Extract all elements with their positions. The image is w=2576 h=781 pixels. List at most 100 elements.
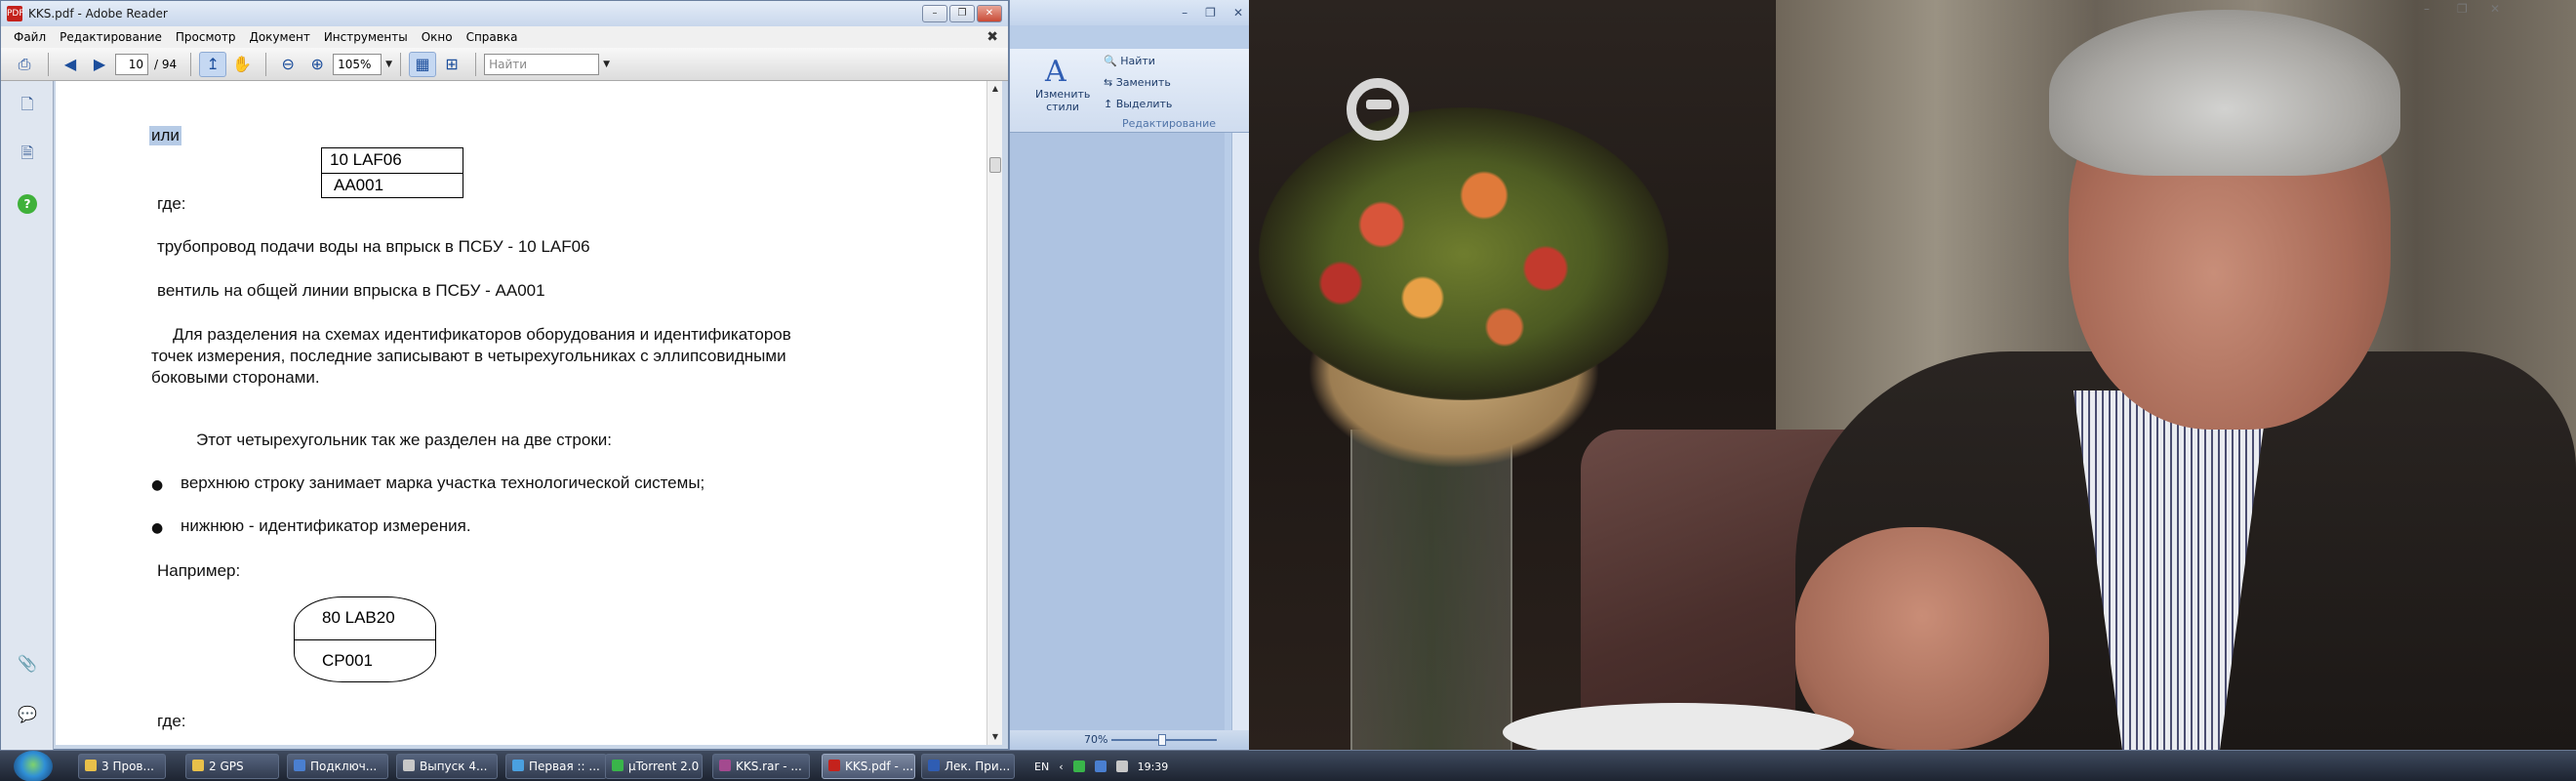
toolbar-separator (48, 52, 49, 76)
minimize-icon[interactable]: – (1182, 6, 1187, 20)
folder-icon (85, 760, 97, 771)
zoom-input[interactable]: 105% (333, 53, 382, 75)
hand-tool-button[interactable]: ✋ (228, 52, 256, 77)
find-button[interactable]: 🔍 Найти (1104, 55, 1155, 67)
change-styles-button[interactable]: Изменить стили (1035, 88, 1090, 113)
word-scrollbar[interactable] (1231, 133, 1249, 730)
restore-button[interactable]: ❐ (949, 5, 975, 22)
attachments-paperclip-icon[interactable]: 📎 (17, 651, 38, 675)
taskbar-item[interactable]: 3 Пров... (78, 754, 166, 779)
menu-view[interactable]: Просмотр (169, 30, 243, 44)
zoom-slider-thumb[interactable] (1158, 734, 1166, 746)
scroll-down-icon[interactable]: ▼ (987, 729, 1003, 745)
tray-volume-icon[interactable] (1115, 760, 1128, 772)
taskbar-item[interactable]: Первая :: ... (505, 754, 607, 779)
document-scrollbar[interactable]: ▲ ▼ (986, 81, 1002, 745)
utorrent-icon (612, 760, 624, 771)
doc-text-bullet: нижнюю - идентификатор измерения. (181, 516, 471, 535)
tray-network-icon[interactable] (1094, 760, 1107, 772)
video-person-hair (2049, 10, 2400, 176)
language-indicator[interactable]: EN (1034, 760, 1049, 773)
select-label: Выделить (1115, 98, 1173, 110)
taskbar-item[interactable]: Подключ... (287, 754, 388, 779)
menu-file[interactable]: Файл (7, 30, 53, 44)
search-dropdown-icon[interactable]: ▼ (603, 60, 610, 69)
menu-edit[interactable]: Редактирование (53, 30, 169, 44)
minimize-icon[interactable]: – (2424, 2, 2430, 16)
zoom-out-button[interactable]: ⊖ (274, 52, 302, 77)
doc-text-paragraph: Этот четырехугольник так же разделен на … (196, 431, 612, 449)
replace-label: Заменить (1115, 76, 1171, 89)
tray-expand-icon[interactable]: ‹ (1059, 760, 1063, 773)
scroll-up-icon[interactable]: ▲ (987, 81, 1003, 97)
tray-app-icon[interactable] (1072, 760, 1085, 772)
minimize-button[interactable]: – (922, 5, 947, 22)
taskbar-item-active[interactable]: KKS.pdf - ... (822, 754, 915, 779)
menu-bar: Файл Редактирование Просмотр Документ Ин… (1, 26, 1008, 48)
menu-document[interactable]: Документ (242, 30, 316, 44)
toolbar-separator (265, 52, 267, 76)
network-icon (294, 760, 305, 771)
taskbar-item-label: KKS.pdf - ... (845, 760, 914, 773)
change-styles-icon[interactable]: A (1045, 55, 1067, 89)
video-frame: – ❐ ✕ (1249, 0, 2576, 750)
doc-text-line: трубопровод подачи воды на впрыск в ПСБУ… (157, 237, 590, 256)
pdf-icon (828, 760, 840, 771)
help-icon[interactable]: ? (17, 192, 38, 216)
menu-window[interactable]: Окно (415, 30, 460, 44)
menu-tools[interactable]: Инструменты (317, 30, 415, 44)
pages-panel-icon[interactable]: 🗋 (17, 95, 38, 118)
previous-page-button[interactable]: ◀ (57, 52, 84, 77)
identifier-box-bottom: AA001 (322, 173, 463, 197)
comments-icon[interactable]: 💬 (17, 702, 38, 725)
word-document-area[interactable] (1010, 133, 1225, 730)
close-button[interactable]: ✕ (977, 5, 1002, 22)
folder-icon (192, 760, 204, 771)
media-icon (403, 760, 415, 771)
fit-width-button[interactable]: ⊞ (438, 52, 465, 77)
select-button[interactable]: ↥ Выделить (1104, 98, 1172, 110)
taskbar-item[interactable]: µTorrent 2.0 (605, 754, 703, 779)
print-button[interactable]: ⎙ (11, 52, 38, 77)
taskbar-item[interactable]: KKS.rar - ... (712, 754, 810, 779)
close-icon[interactable]: ✕ (1233, 6, 1243, 20)
document-close-icon[interactable]: ✖ (986, 29, 998, 45)
identifier-box-rect: 10 LAF06 AA001 (321, 147, 463, 198)
clock[interactable]: 19:39 (1138, 760, 1169, 773)
start-button[interactable] (14, 751, 53, 781)
word-zoom-level[interactable]: 70% (1084, 733, 1107, 746)
fit-page-button[interactable]: ▦ (409, 51, 437, 77)
bookmarks-panel-icon[interactable]: 🗎 (17, 144, 38, 167)
replace-button[interactable]: ⇆ Заменить (1104, 76, 1171, 89)
zoom-in-button[interactable]: ⊕ (303, 52, 331, 77)
taskbar-item[interactable]: Выпуск 4... (396, 754, 498, 779)
window-title: KKS.pdf - Adobe Reader (28, 7, 168, 21)
browser-icon (512, 760, 524, 771)
taskbar-item[interactable]: 2 GPS (185, 754, 279, 779)
taskbar-item[interactable]: Лек. При... (921, 754, 1015, 779)
doc-text-example: Например: (157, 561, 241, 580)
menu-help[interactable]: Справка (460, 30, 525, 44)
binoculars-icon: 🔍 (1104, 55, 1121, 67)
scroll-thumb[interactable] (989, 157, 1001, 173)
hand-icon: ✋ (232, 55, 253, 73)
restore-icon[interactable]: ❐ (2457, 2, 2468, 16)
next-page-button[interactable]: ▶ (86, 52, 113, 77)
measurement-identifier-box: 80 LAB20 CP001 (294, 596, 436, 682)
navigation-panel: 🗋 🗎 ? 📎 💬 (1, 81, 54, 751)
restore-icon[interactable]: ❐ (1205, 6, 1216, 20)
measurement-box-top: 80 LAB20 (322, 608, 395, 627)
printer-icon: ⎙ (18, 54, 31, 73)
page-number-input[interactable]: 10 (115, 53, 148, 75)
doc-text-ili: или (149, 126, 181, 145)
search-input[interactable]: Найти (484, 53, 600, 75)
close-icon[interactable]: ✕ (2490, 2, 2500, 16)
doc-text-paragraph: точек измерения, последние записывают в … (151, 347, 786, 365)
word-title-bar: – ❐ ✕ (1010, 0, 1249, 25)
zoom-dropdown-icon[interactable]: ▼ (385, 60, 392, 69)
select-tool-button[interactable]: ↥ (199, 51, 227, 77)
find-label: Найти (1120, 55, 1155, 67)
taskbar-item-label: KKS.rar - ... (736, 760, 802, 773)
video-person-hand (1795, 527, 2049, 750)
taskbar-item-label: 2 GPS (209, 760, 244, 773)
